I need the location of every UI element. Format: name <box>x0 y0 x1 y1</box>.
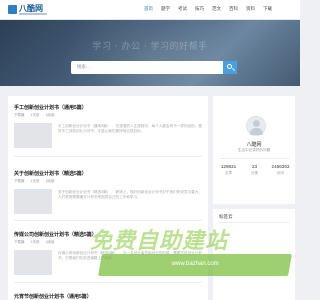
tag-cloud-title: 标签云 <box>219 214 233 219</box>
divider <box>14 220 202 221</box>
promo-watermark[interactable]: 免费自助建站 www.bazhan.com <box>90 223 300 289</box>
article-thumbnail[interactable] <box>14 189 52 214</box>
divider <box>219 158 289 159</box>
stat-label: 分类 <box>251 171 258 175</box>
stat-value: 23 <box>251 164 258 169</box>
article-title[interactable]: 手工创新创业计划书（通用5篇） <box>14 104 87 111</box>
watermark-url: www.bazhan.com <box>171 261 219 267</box>
meta-time: 1天前 <box>30 240 40 244</box>
stat-visits: 2466363 访问 <box>267 164 294 176</box>
nav-item-materials[interactable]: 资料 <box>246 6 255 12</box>
nav-item-encyclopedia[interactable]: 百科 <box>229 6 238 12</box>
article-meta: 下载篇 1天前 1阅读 <box>14 240 54 245</box>
article-title[interactable]: 传媒公司创新创业计划书（精选5篇） <box>14 231 97 238</box>
stat-articles: 129831 文章 <box>215 164 242 176</box>
stat-label: 访问 <box>277 171 284 175</box>
article-title[interactable]: 元宵节创新创业计划书（通用5篇） <box>14 293 92 300</box>
article-meta: 下载篇 1天前 1阅读 <box>14 179 54 184</box>
banner-slogan: 学习 · 办公 · 学习的好帮手 <box>92 42 208 52</box>
stat-categories: 23 分类 <box>241 164 268 176</box>
profile-description: 生活中记录好的问题 <box>237 148 271 152</box>
search-box[interactable]: 搜索... <box>71 61 237 74</box>
meta-category[interactable]: 下载篇 <box>14 179 25 184</box>
meta-time: 1天前 <box>30 113 40 117</box>
article-thumbnail[interactable] <box>14 250 52 275</box>
article-excerpt: 手工创新创业计划书（通用5篇） 在漫漫的人生旅程中，每个人都会有不一样的经历，做… <box>58 124 202 133</box>
stat-label: 文章 <box>225 171 232 175</box>
search-button[interactable] <box>223 61 237 74</box>
main-nav: 首页 题学 考试 技巧 范文 百科 资料 下载 <box>144 6 272 12</box>
nav-item-study[interactable]: 题学 <box>161 6 170 12</box>
meta-views: 1阅读 <box>45 179 55 183</box>
avatar[interactable] <box>246 116 266 136</box>
meta-time: 1天前 <box>30 179 40 183</box>
nav-item-exam[interactable]: 考试 <box>178 6 187 12</box>
meta-category[interactable]: 下载篇 <box>14 113 25 118</box>
article-meta: 下载篇 1天前 1阅读 <box>14 113 54 118</box>
top-navigation-bar: 八酷网 首页 题学 考试 技巧 范文 百科 资料 下载 <box>0 0 300 20</box>
stat-value: 2466363 <box>271 164 290 169</box>
nav-item-download[interactable]: 下载 <box>263 6 272 12</box>
profile-card: 八酷网 生活中记录好的问题 129831 文章 23 分类 2466363 访问 <box>213 96 295 204</box>
stat-value: 129831 <box>220 164 237 169</box>
logo-mark-icon <box>8 5 17 14</box>
nav-item-essays[interactable]: 范文 <box>212 6 221 12</box>
meta-category[interactable]: 下载篇 <box>14 240 25 245</box>
site-logo[interactable]: 八酷网 <box>8 4 48 16</box>
meta-views: 1阅读 <box>45 240 55 244</box>
logo-tagline-bar <box>19 13 47 15</box>
article-title[interactable]: 关于创新创业计划书（精选5篇） <box>14 170 87 177</box>
profile-name: 八酷网 <box>246 142 262 148</box>
search-input[interactable]: 搜索... <box>77 64 90 70</box>
watermark-url-band: www.bazhan.com <box>98 254 292 276</box>
hero-banner: 学习 · 办公 · 学习的好帮手 搜索... <box>0 20 300 86</box>
article-thumbnail[interactable] <box>14 123 52 148</box>
nav-item-tips[interactable]: 技巧 <box>195 6 204 12</box>
article-excerpt: 关于创新创业计划书（精选5篇） 职场上，做好创新创业计划书对于我们来说意义重大，… <box>58 190 202 199</box>
meta-views: 1阅读 <box>45 113 55 117</box>
divider <box>14 156 202 157</box>
search-icon <box>227 64 232 69</box>
watermark-text: 免费自助建站 <box>90 229 229 254</box>
nav-item-home[interactable]: 首页 <box>144 6 153 12</box>
